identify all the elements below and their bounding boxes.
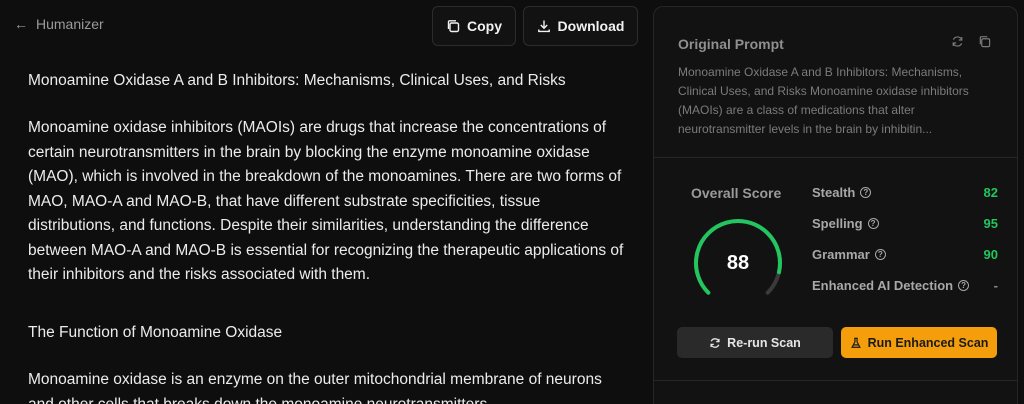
metric-value: 90 [983,247,998,262]
download-button[interactable]: Download [523,6,638,46]
panel-divider [654,380,1017,381]
metric-grammar: Grammar ? 90 [812,247,998,262]
panel-divider [654,157,1017,158]
enhanced-label: Run Enhanced Scan [867,335,989,350]
original-prompt-actions [951,35,991,48]
article-intro: Monoamine oxidase inhibitors (MAOIs) are… [28,119,624,283]
scan-panel: Original Prompt Monoamine Oxidase A and … [653,6,1018,404]
rerun-label: Re-run Scan [727,335,801,350]
original-prompt-text: Monoamine Oxidase A and B Inhibitors: Me… [678,65,969,136]
copy-label: Copy [467,18,502,34]
overall-score-label: Overall Score [691,185,782,201]
download-icon [537,20,550,33]
article-title: Monoamine Oxidase A and B Inhibitors: Me… [28,72,566,89]
flask-icon [850,337,861,348]
copy-icon [447,20,460,33]
original-prompt-title: Original Prompt [678,36,784,52]
metric-enhanced-ai-detection: Enhanced AI Detection ? - [812,278,998,293]
arrow-left-icon: ← [14,16,28,32]
refresh-icon [710,337,720,348]
back-link[interactable]: ← Humanizer [14,16,104,32]
refresh-icon[interactable] [951,35,964,48]
question-circle-icon[interactable]: ? [874,249,886,260]
rerun-scan-button[interactable]: Re-run Scan [677,327,833,358]
run-enhanced-scan-button[interactable]: Run Enhanced Scan [841,327,997,358]
question-circle-icon[interactable]: ? [860,187,872,198]
section-text: Monoamine oxidase is an enzyme on the ou… [28,371,602,404]
metric-name: Enhanced AI Detection [812,278,954,293]
back-label: Humanizer [36,16,104,32]
metric-value: - [993,278,998,293]
question-circle-icon[interactable]: ? [867,218,879,229]
metric-spelling: Spelling ? 95 [812,216,998,231]
metric-value: 82 [983,185,998,200]
metric-name: Spelling [812,216,863,231]
copy-button[interactable]: Copy [432,6,516,46]
overall-score-value: 88 [726,251,750,274]
metric-stealth: Stealth ? 82 [812,185,998,200]
metric-name: Stealth [812,185,856,200]
metric-value: 95 [983,216,998,231]
metric-name: Grammar [812,247,870,262]
duplicate-icon[interactable] [978,35,991,48]
section-title: The Function of Monoamine Oxidase [28,324,283,341]
download-label: Download [557,18,625,34]
question-circle-icon[interactable]: ? [958,280,970,291]
